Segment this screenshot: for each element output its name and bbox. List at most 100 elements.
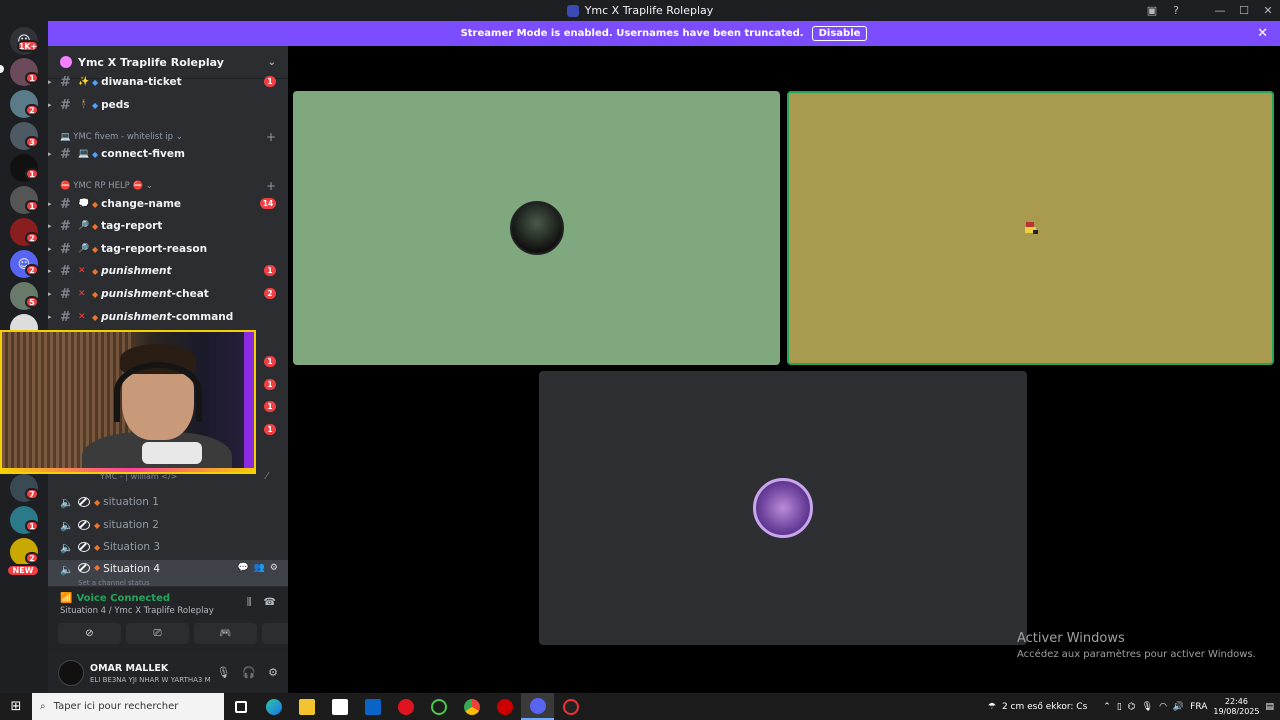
taskbar-search[interactable]: ⌕ Taper ici pour rechercher — [32, 693, 224, 720]
category-header[interactable]: 💻 YMC fivem - whitelist ip ⌄ + — [60, 130, 276, 144]
chevron-down-icon: ⌄ — [267, 56, 276, 68]
diamond-icon: ◆ — [92, 77, 99, 87]
microphone-icon[interactable]: 🎙 — [216, 666, 230, 679]
date: 19/08/2025 — [1213, 706, 1260, 716]
channel-name-italic: punishment — [101, 311, 172, 323]
screen-share-button[interactable]: ⎚ — [126, 623, 189, 644]
category-header[interactable]: ⛔ YMC RP HELP ⛔ ⌄ + — [60, 179, 276, 193]
voice-connected[interactable]: 📶 Voice Connected — [60, 593, 170, 604]
caret-icon: ▸ — [48, 222, 52, 230]
activity-button[interactable]: 🎮 — [194, 623, 257, 644]
add-channel-icon[interactable]: + — [266, 130, 276, 144]
chat-icon[interactable]: 💬 — [237, 563, 248, 573]
voice-channel[interactable]: 🔈 ◆ situation 1 — [48, 492, 288, 512]
channel-item[interactable]: ▸ # ✕ ◆ punishment -command — [48, 307, 288, 327]
channel-name: peds — [101, 99, 130, 111]
settings-icon[interactable]: ⚙ — [268, 666, 278, 679]
banner-text: Streamer Mode is enabled. Usernames have… — [460, 28, 804, 39]
maximize-button[interactable]: ☐ — [1232, 0, 1256, 21]
diamond-icon: ◆ — [94, 542, 101, 552]
close-banner-icon[interactable]: ✕ — [1257, 26, 1268, 41]
start-button[interactable]: ⊞ — [0, 693, 32, 720]
discord-taskbar-icon[interactable] — [521, 693, 554, 720]
channel-item[interactable]: ▸ # 🕴 ◆ peds — [48, 95, 288, 115]
channel-item[interactable]: ▸ # ✕ ◆ punishment -cheat 2 — [48, 284, 288, 304]
invite-icon[interactable]: 👥 — [254, 563, 265, 573]
utorrent-icon[interactable] — [422, 693, 455, 720]
channel-name-rest: -command — [171, 311, 234, 323]
server-badge: 1 — [25, 200, 39, 212]
channel-item[interactable]: ▸ # 💻 ◆ connect-fivem — [48, 144, 288, 164]
participant-tile-speaking[interactable] — [787, 91, 1274, 365]
wifi-icon[interactable]: ◠ — [1159, 702, 1167, 712]
camera-off-button[interactable]: ⊘ — [58, 623, 121, 644]
voice-channel-name: situation 1 — [103, 496, 159, 508]
channel-name-italic: punishment — [101, 288, 172, 300]
time: 22:46 — [1224, 696, 1248, 706]
disable-button[interactable]: Disable — [811, 26, 868, 41]
channel-item[interactable]: ▸ # 🔎 ◆ tag-report-reason — [48, 239, 288, 259]
participant-avatar — [1024, 222, 1038, 234]
disconnect-icon[interactable]: ☎ — [264, 597, 276, 608]
clock[interactable]: 22:46 19/08/2025 — [1213, 697, 1259, 717]
store-icon[interactable] — [323, 693, 356, 720]
close-button[interactable]: ✕ — [1256, 0, 1280, 21]
headphones-icon[interactable]: 🎧 — [242, 666, 256, 679]
tray-icon[interactable]: ▯ — [1117, 702, 1122, 712]
voice-channel-name: situation 2 — [103, 519, 159, 531]
channel-item[interactable]: ▸ # 💭 ◆ change-name 14 — [48, 194, 288, 214]
speaker-icon: 🔈 — [60, 563, 74, 576]
channel-item[interactable]: ▸ # ✨ ◆ diwana-ticket 1 — [48, 72, 288, 92]
game-launcher-icon[interactable] — [488, 693, 521, 720]
mic-tray-icon[interactable]: 🎙 — [1142, 702, 1153, 712]
noise-suppression-icon[interactable]: ⫼ — [247, 597, 252, 608]
voice-channel[interactable]: 🔈 ◆ Situation 3 — [48, 537, 288, 557]
voice-action-buttons: ⊘ ⎚ 🎮 ♪ — [58, 623, 288, 644]
channel-emoji: 🕴 — [78, 100, 90, 110]
volume-icon[interactable]: 🔊 — [1173, 702, 1184, 712]
diamond-icon: ◆ — [92, 100, 99, 110]
caret-icon: ▸ — [48, 78, 52, 86]
weather-icon[interactable]: ☂ — [988, 702, 996, 712]
soundboard-button[interactable]: ♪ — [262, 623, 288, 644]
participant-tile[interactable] — [539, 371, 1027, 645]
channel-status[interactable]: Set a channel status — [78, 579, 150, 587]
voice-channel[interactable]: 🔈 ◆ situation 2 — [48, 515, 288, 535]
add-channel-icon[interactable]: + — [266, 179, 276, 193]
activation-title: Activer Windows — [1017, 631, 1125, 646]
app-icon[interactable] — [554, 693, 587, 720]
speaker-icon: 🔈 — [60, 495, 74, 509]
voice-location[interactable]: Situation 4 / Ymc X Traplife Roleplay — [60, 606, 214, 616]
participant-tile[interactable] — [293, 91, 780, 365]
edge-icon[interactable] — [257, 693, 290, 720]
chevron-up-icon[interactable]: ⌃ — [1103, 702, 1111, 712]
opera-icon[interactable] — [389, 693, 422, 720]
weather-text[interactable]: 2 cm eső ekkor: Cs — [1002, 702, 1087, 712]
task-view-icon[interactable] — [224, 693, 257, 720]
channel-name: change-name — [101, 198, 182, 210]
guild-icon — [60, 56, 72, 68]
hash-icon: # — [60, 263, 71, 279]
chrome-icon[interactable] — [455, 693, 488, 720]
notifications-icon[interactable]: ▤ — [1265, 702, 1274, 712]
minimize-button[interactable]: — — [1208, 0, 1232, 21]
file-explorer-icon[interactable] — [290, 693, 323, 720]
caret-icon: ▸ — [48, 245, 52, 253]
outlook-icon[interactable] — [356, 693, 389, 720]
avatar[interactable] — [58, 660, 84, 686]
language-indicator[interactable]: FRA — [1190, 702, 1207, 712]
search-icon: ⌕ — [40, 701, 46, 712]
neon-light — [244, 332, 254, 472]
inbox-icon[interactable]: ▣ — [1140, 0, 1164, 21]
voice-channel-active[interactable]: 🔈 ◆ Situation 4 💬 👥 ⚙ Set a channel stat… — [48, 560, 288, 587]
channel-item[interactable]: ▸ # 🔎 ◆ tag-report — [48, 216, 288, 236]
hash-icon: # — [60, 309, 71, 325]
window-controls: ▣ ? — ☐ ✕ — [1140, 0, 1280, 21]
settings-icon[interactable]: ⚙ — [270, 563, 278, 573]
channel-item[interactable]: ▸ # ✕ ◆ punishment 1 — [48, 261, 288, 281]
caret-icon: ▸ — [48, 101, 52, 109]
help-icon[interactable]: ? — [1164, 0, 1188, 21]
username[interactable]: OMAR MALLEK — [90, 663, 168, 674]
blocked-icon — [78, 542, 90, 552]
network-icon[interactable]: ⌬ — [1128, 702, 1136, 712]
